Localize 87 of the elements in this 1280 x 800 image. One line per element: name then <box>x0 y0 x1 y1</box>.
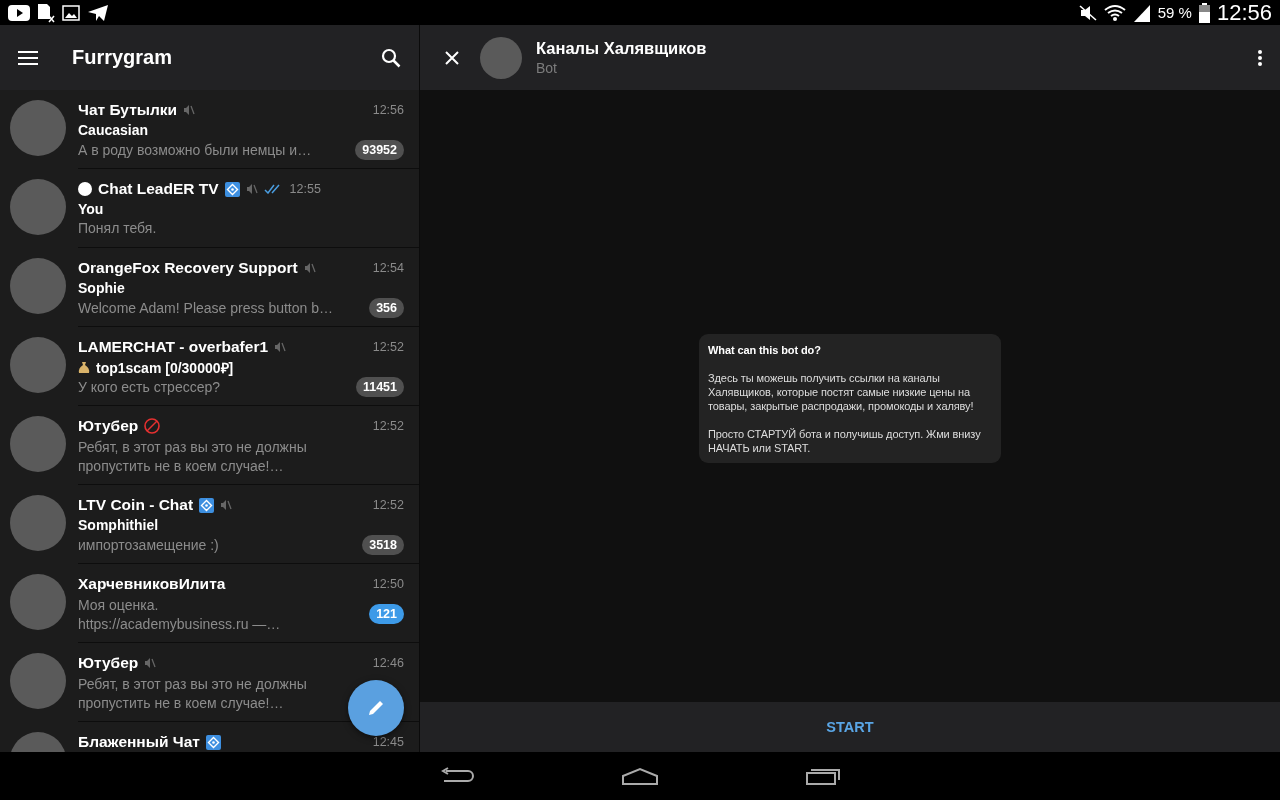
battery-percent: 59 % <box>1157 4 1192 21</box>
chat-title: Chat LeadER TV <box>98 180 219 198</box>
verified-icon <box>205 734 221 750</box>
muted-speaker-icon <box>1078 4 1097 21</box>
battery-icon <box>1198 2 1210 23</box>
chat-list-item[interactable]: Chat LeadER TV 12:55 You Понял тебя. <box>0 169 419 248</box>
chat-title: Ютубер <box>78 417 139 435</box>
unread-count: 121 <box>369 604 404 624</box>
chat-time: 12:54 <box>372 261 404 275</box>
bot-info-text: Здесь ты можешь получить ссылки на каналы Халявщиков, которые постят самые низкие цены на товары, закрытые распродажи, промокоды и халяву! <box>708 370 975 413</box>
chat-time: 12:50 <box>372 577 404 591</box>
message-sender: Caucasian <box>78 122 149 138</box>
more-icon <box>1258 49 1262 66</box>
message-preview: Ребят, в этот раз вы это не должны пропустить не в коем случае!… <box>78 675 308 713</box>
chat-title: Чат Бутылки <box>78 101 178 119</box>
chat-list-item[interactable]: OrangeFox Recovery Support 12:54 Sophie Welcome Adam! Please press button b… 356 <box>0 248 419 327</box>
bot-info-text: Просто СТАРТУЙ бота и получишь доступ. Жми внизу НАЧАТЬ или START. <box>708 426 982 455</box>
back-arrow-icon <box>440 767 474 785</box>
compose-button[interactable] <box>348 680 404 736</box>
unread-count: 11451 <box>355 377 404 397</box>
recent-apps-icon <box>805 767 841 785</box>
avatar-image <box>10 337 66 393</box>
wifi-icon <box>1103 3 1126 22</box>
chat-list-item[interactable]: LAMERCHAT - overbafer1 12:52 top1scam [0/30000₽] У кого есть стрессер? 11451 <box>0 327 419 406</box>
clock-time: 12:56 <box>1216 0 1272 26</box>
chat-title: Блаженный Чат <box>78 733 200 751</box>
chat-time: 12:45 <box>372 735 404 749</box>
unread-count: 3518 <box>362 535 404 555</box>
chat-title: LAMERCHAT - overbafer1 <box>78 338 269 356</box>
chat-title: LTV Coin - Chat <box>78 496 194 514</box>
signal-icon <box>1132 3 1151 22</box>
chat-subtitle: Bot <box>536 60 558 76</box>
message-preview: Моя оценка. https://academybusiness.ru —… <box>78 596 281 634</box>
video-play-icon <box>8 4 30 21</box>
paper-plane-icon <box>87 3 109 22</box>
avatar-image <box>10 574 66 630</box>
message-preview: А в роду возможно были немцы и… <box>78 140 312 160</box>
home-icon <box>621 767 659 785</box>
muted-speaker-icon <box>274 341 287 353</box>
unread-count: 93952 <box>355 140 404 160</box>
message-sender: Somphithiel <box>78 517 159 533</box>
message-preview: импортозамещение :) <box>78 535 219 555</box>
sim-card-icon <box>37 2 55 23</box>
muted-speaker-icon <box>183 104 196 116</box>
image-icon <box>62 4 80 21</box>
muted-speaker-icon <box>303 262 316 274</box>
message-preview: Ребят, в этот раз вы это не должны пропустить не в коем случае!… <box>78 438 308 476</box>
message-sender: Sophie <box>78 280 125 296</box>
message-preview: У кого есть стрессер? <box>78 377 221 397</box>
chat-time: 12:55 <box>289 182 321 196</box>
chat-title: Ютубер <box>78 654 139 672</box>
message-preview: Понял тебя. <box>78 219 157 238</box>
menu-icon <box>18 49 38 66</box>
pencil-icon <box>366 698 386 718</box>
chat-time: 12:52 <box>372 340 404 354</box>
avatar-image <box>10 179 66 235</box>
chat-time: 12:46 <box>372 656 404 670</box>
unread-count: 356 <box>369 298 404 318</box>
verified-icon <box>199 497 215 513</box>
muted-speaker-icon <box>220 499 233 511</box>
chat-time: 12:52 <box>372 498 404 512</box>
close-icon <box>445 50 459 65</box>
chat-title: ХарчевниковИлита <box>78 575 226 593</box>
app-title: Furrygram <box>72 46 174 69</box>
verified-icon <box>224 181 240 197</box>
bot-avatar <box>480 36 522 79</box>
avatar-image <box>10 416 66 472</box>
message-sender: You <box>78 201 104 217</box>
muted-speaker-icon <box>144 657 157 669</box>
muted-speaker-icon <box>245 183 258 195</box>
avatar-image <box>10 258 66 314</box>
message-sender: top1scam [0/30000₽] <box>96 358 234 377</box>
chat-list-item[interactable]: Чат Бутылки 12:56 Caucasian А в роду возможно были немцы и… 93952 <box>0 90 419 169</box>
chat-list-item[interactable]: Ютубер 12:52 Ребят, в этот раз вы это не должны пропустить не в коем случае!… <box>0 406 419 485</box>
avatar-image <box>10 495 66 551</box>
start-button[interactable]: START <box>806 711 894 743</box>
search-icon <box>381 47 401 68</box>
chat-title: OrangeFox Recovery Support <box>78 259 298 277</box>
bot-info-title: What can this bot do? <box>708 342 822 357</box>
avatar-image <box>10 653 66 709</box>
chat-time: 12:52 <box>372 419 404 433</box>
chat-time: 12:56 <box>372 103 404 117</box>
chat-title: Каналы Халявщиков <box>536 39 708 58</box>
avatar-image <box>10 100 66 156</box>
chat-list-item[interactable]: LTV Coin - Chat 12:52 Somphithiel импортозамещение :) 3518 <box>0 485 419 564</box>
chat-list-item[interactable]: ХарчевниковИлита 12:50 Моя оценка. https://academybusiness.ru —… 121 <box>0 564 419 643</box>
message-preview: Welcome Adam! Please press button b… <box>78 298 333 318</box>
